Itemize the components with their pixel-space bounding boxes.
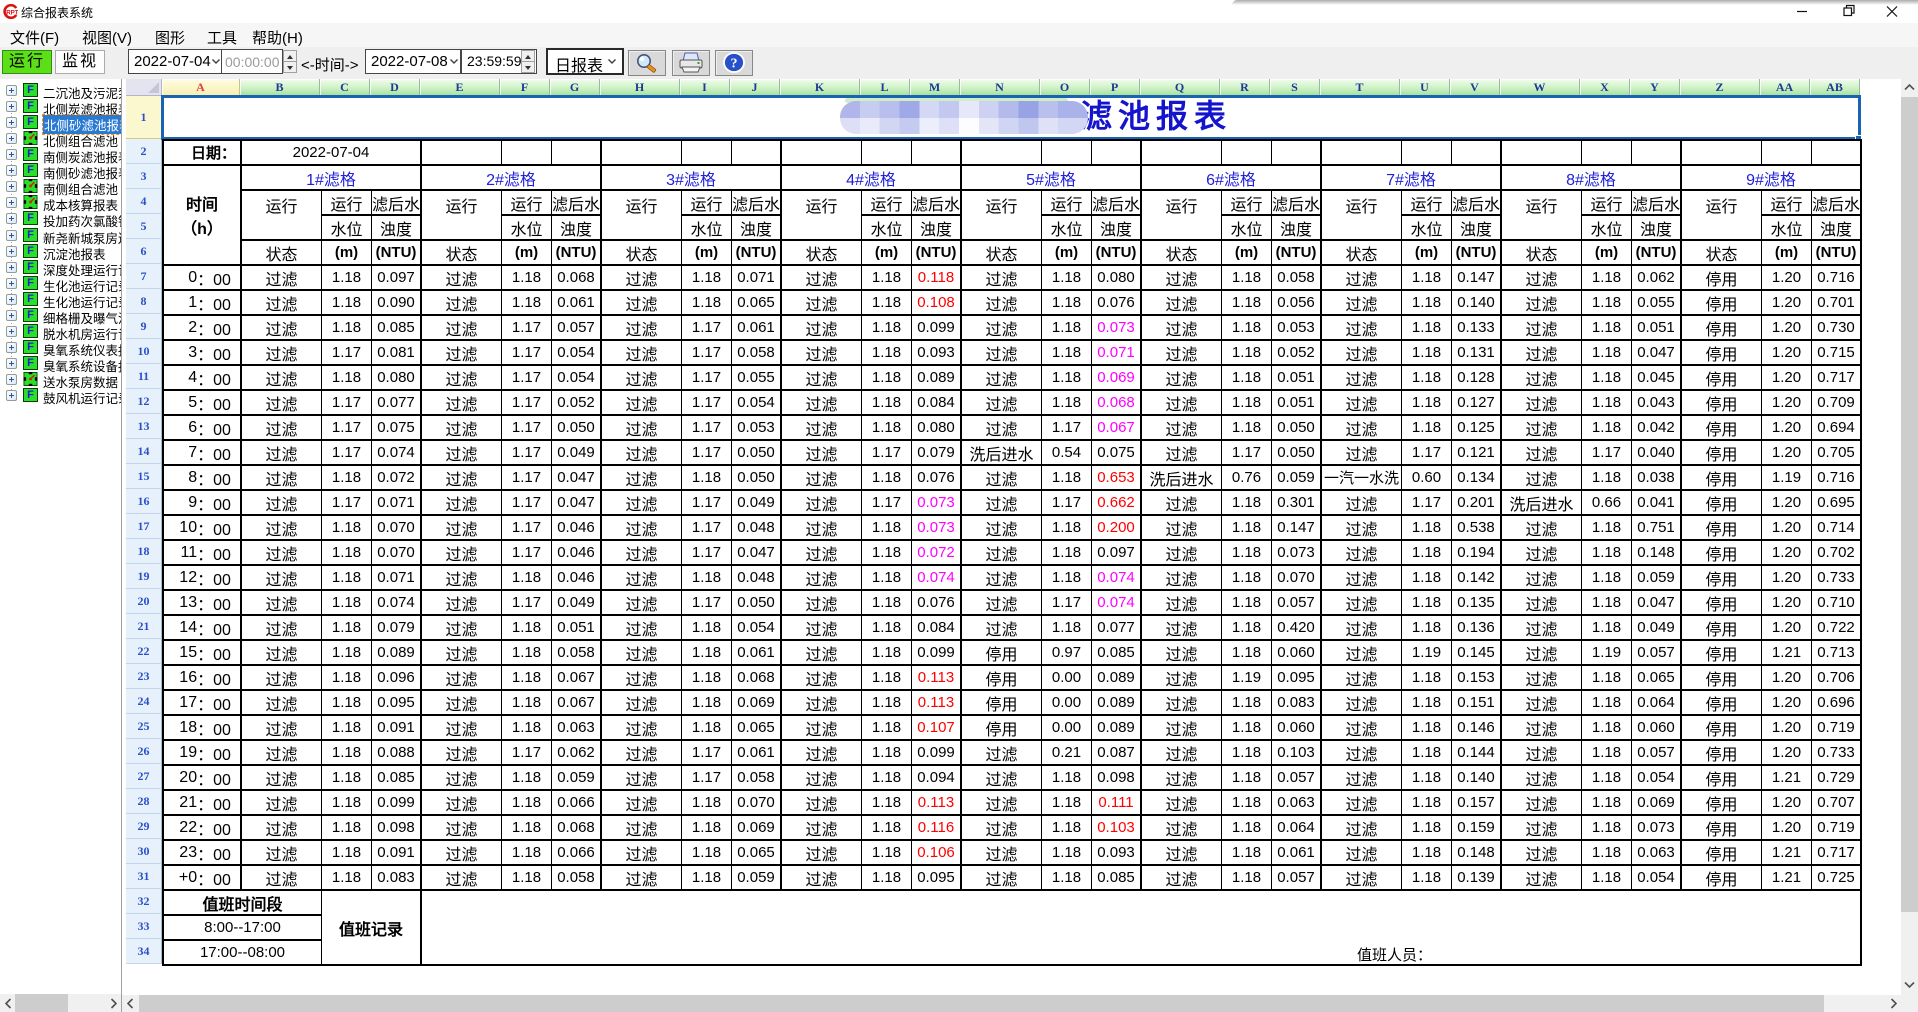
svg-text:?: ?	[731, 57, 738, 72]
svg-text:RPT: RPT	[6, 9, 18, 16]
